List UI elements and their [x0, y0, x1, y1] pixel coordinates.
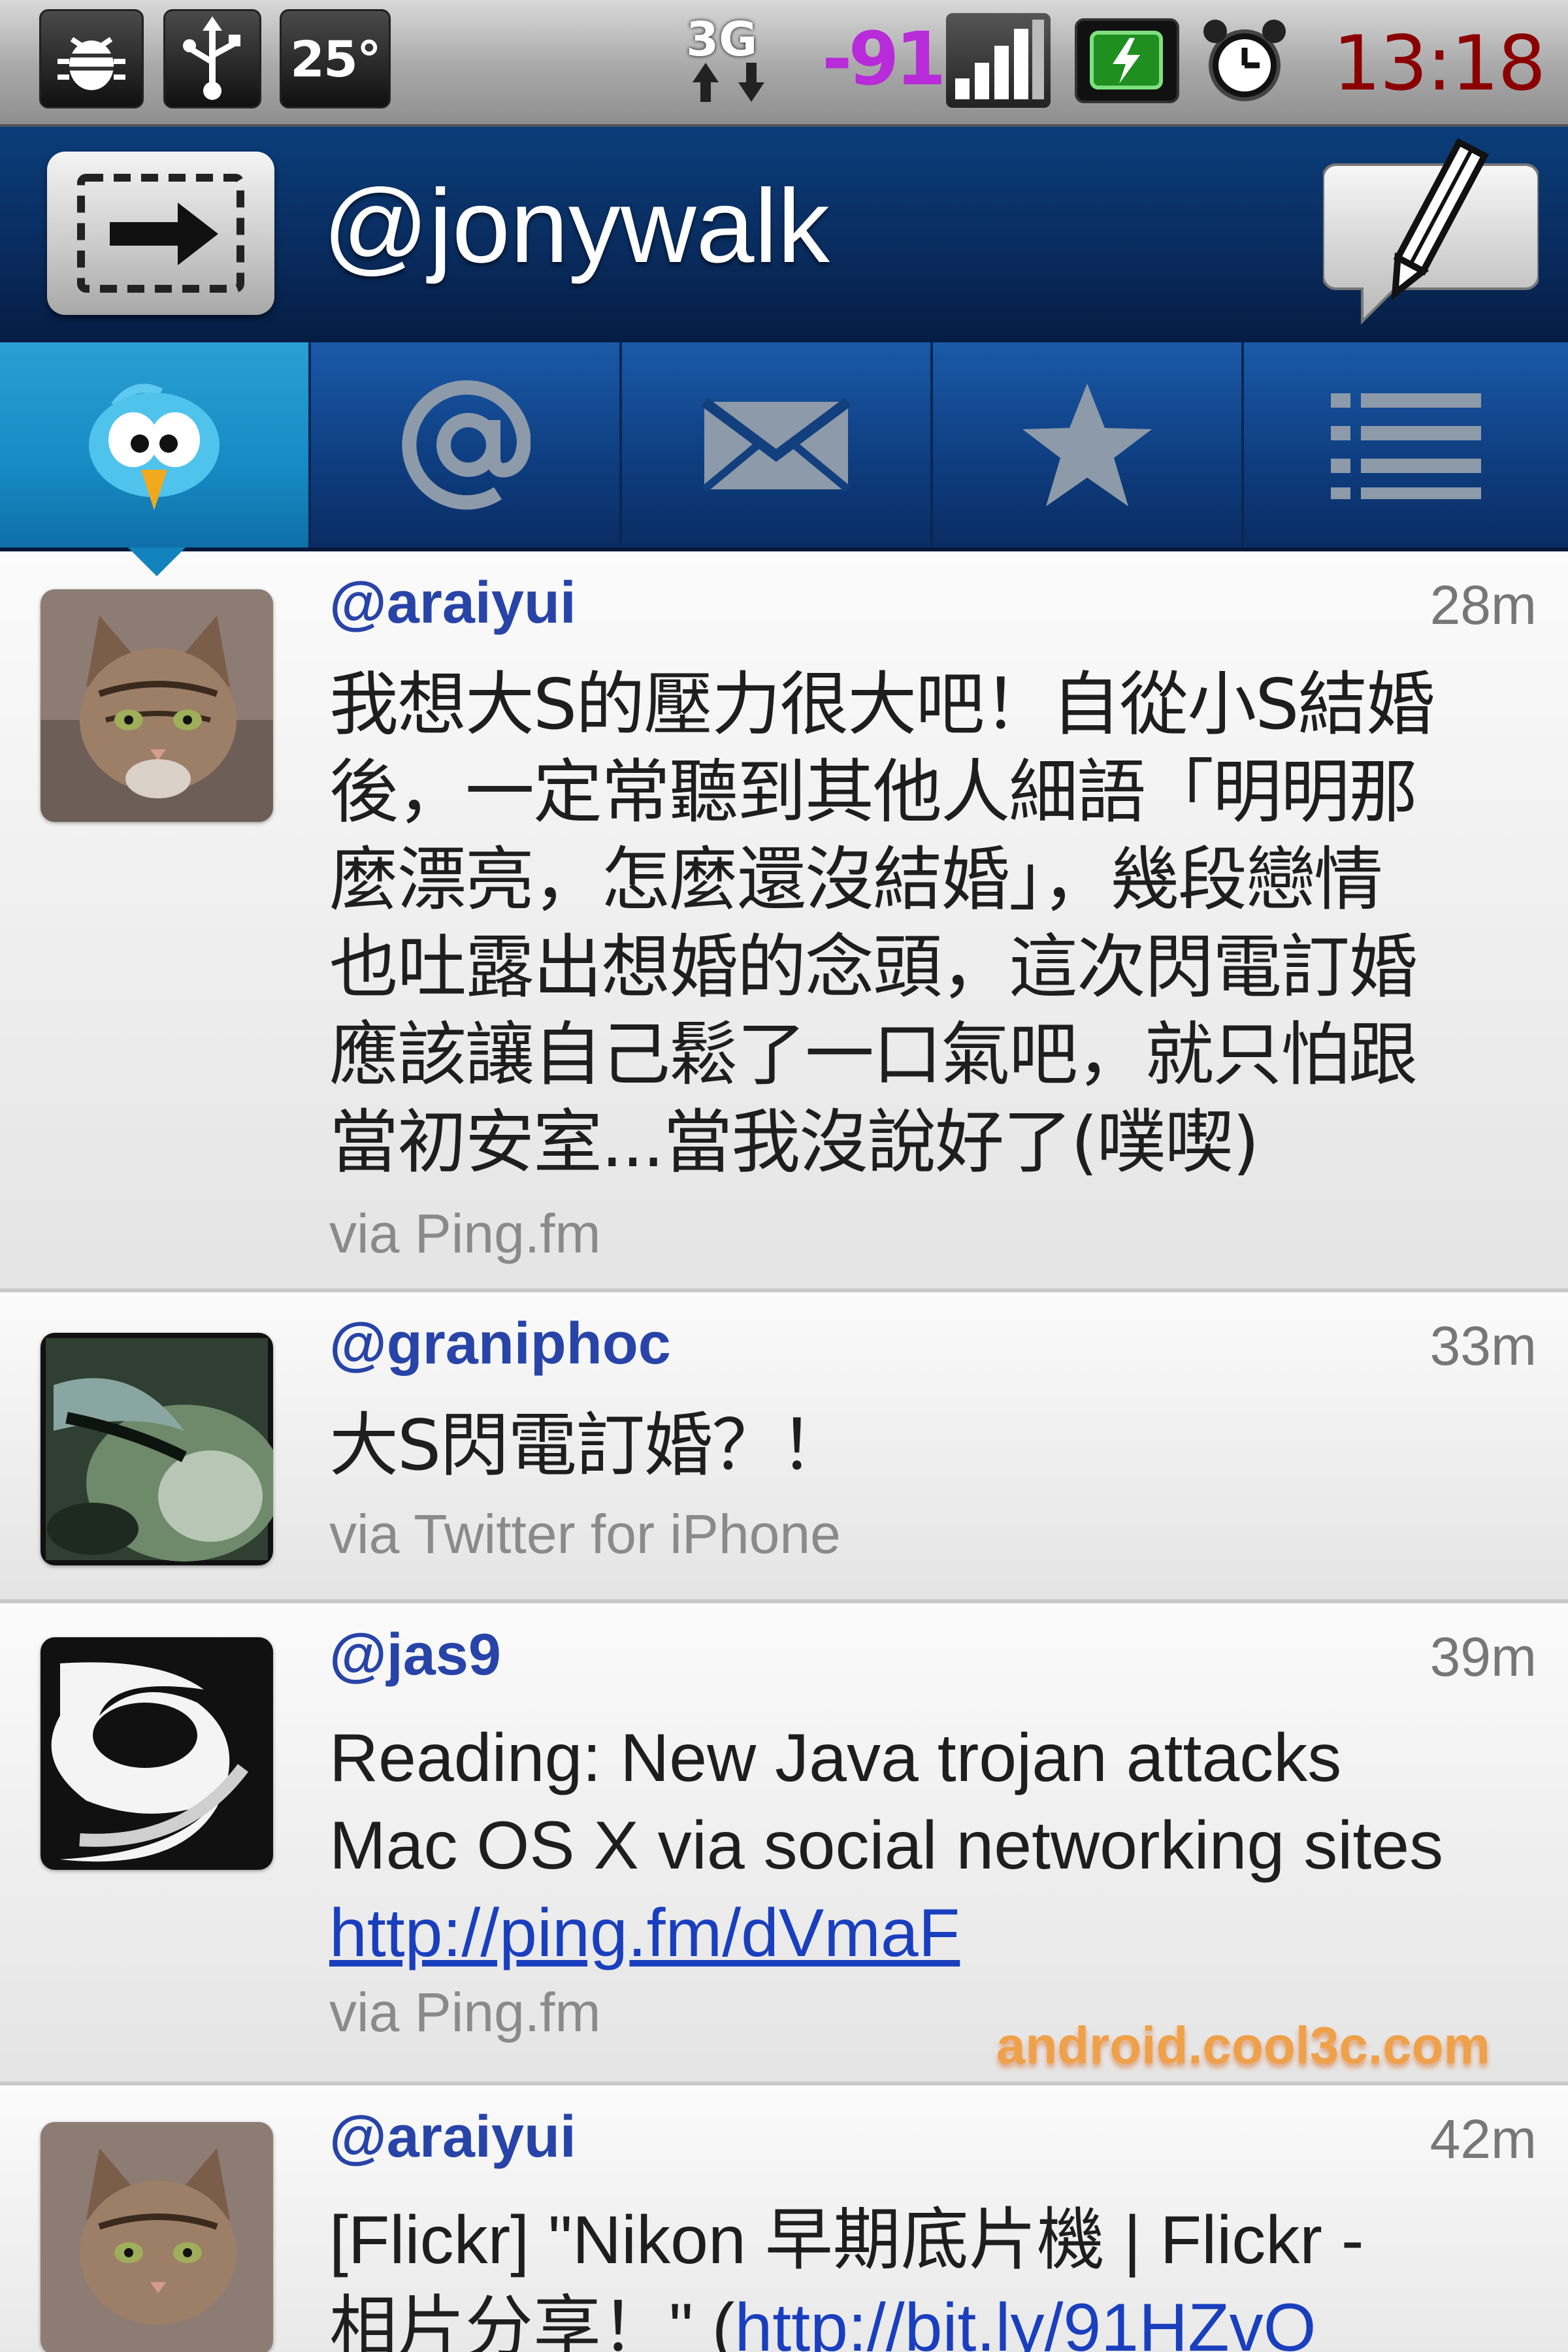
cat-avatar[interactable]: [41, 589, 273, 822]
cat-avatar[interactable]: [41, 2122, 273, 2352]
app-screen: 25° 3G -91 13:18 @jonywalk @araiyui 28m …: [0, 0, 1568, 2352]
tweet-author[interactable]: @araiyui: [329, 2104, 576, 2171]
tweet-item[interactable]: @graniphoc 33m 大S閃電訂婚？！ via Twitter for …: [0, 1292, 1568, 1603]
network-type-text: 3G: [686, 12, 758, 67]
tweet-text: 大S閃電訂婚？！: [329, 1402, 1538, 1490]
tweet-link[interactable]: http://bit.ly/91HZvO: [734, 2290, 1316, 2352]
tweet-source: via Ping.fm: [329, 1982, 601, 2043]
timeline-list[interactable]: @araiyui 28m 我想大S的壓力很大吧！自從小S結婚 後，一定常聽到其他…: [0, 551, 1568, 2352]
tweet-text-line: 麼漂亮，怎麼還沒結婚」，幾段戀情: [329, 840, 1383, 920]
tweet-link[interactable]: http://ping.fm/dVmaF: [329, 1889, 1538, 1977]
tweet-text: [Flickr] "Nikon 早期底片機 | Flickr - 相片分享！" …: [329, 2197, 1538, 2352]
tab-favorites[interactable]: [933, 342, 1244, 547]
temperature-text: 25°: [290, 29, 382, 88]
tweet-author[interactable]: @araiyui: [329, 570, 576, 637]
tweet-text-line: 也吐露出想婚的念頭，這次閃電訂婚: [329, 927, 1418, 1007]
tweet-author[interactable]: @jas9: [329, 1622, 501, 1689]
tweet-item[interactable]: @araiyui 28m 我想大S的壓力很大吧！自從小S結婚 後，一定常聽到其他…: [0, 551, 1568, 1292]
tweet-text-line: 相片分享！" (http://bit.ly/91HZvO: [329, 2284, 1538, 2352]
envelope-icon: [701, 397, 851, 493]
switch-account-button[interactable]: [47, 152, 274, 315]
tweet-author[interactable]: @graniphoc: [329, 1311, 671, 1378]
temperature-icon: 25°: [280, 9, 391, 108]
clock-time: 13:18: [1333, 20, 1546, 108]
tweet-text-line: [Flickr] "Nikon 早期底片機 | Flickr -: [329, 2202, 1364, 2278]
tweet-text-line: 當初安室...當我沒說好了(噗喫): [329, 1102, 1260, 1183]
debug-bug-icon: [39, 9, 144, 108]
tab-bar: [0, 342, 1568, 551]
watermark-text: android.cool3c.com: [996, 2016, 1490, 2074]
tweet-time: 33m: [1429, 1315, 1537, 1377]
switch-account-icon: [77, 174, 244, 293]
tweet-text-line: 大S閃電訂婚？！: [329, 1405, 849, 1486]
star-icon: [1022, 384, 1152, 506]
tweet-text-line: 我想大S的壓力很大吧！自從小S結婚: [329, 664, 1435, 745]
tweet-text: Reading: New Java trojan attacks Mac OS …: [329, 1714, 1538, 1977]
battery-charging-icon: [1075, 18, 1179, 103]
list-icon: [1331, 393, 1481, 499]
tweet-text-line: Mac OS X via social networking sites: [329, 1808, 1444, 1884]
signal-bars-icon: [946, 13, 1051, 108]
nine-logo-avatar[interactable]: [41, 1637, 273, 1870]
compose-tweet-button[interactable]: [1322, 132, 1540, 341]
tweet-time: 28m: [1429, 574, 1537, 636]
tweet-text-line: 後，一定常聽到其他人細語「明明那: [329, 752, 1418, 832]
tweet-source: via Twitter for iPhone: [329, 1503, 841, 1565]
tab-messages[interactable]: [622, 342, 933, 547]
tweet-text-line: Reading: New Java trojan attacks: [329, 1720, 1342, 1796]
usb-icon: [163, 9, 261, 108]
tweet-time: 42m: [1429, 2108, 1537, 2170]
active-tab-pointer: [128, 547, 186, 576]
tweet-time: 39m: [1429, 1626, 1537, 1688]
tweet-text: 我想大S的壓力很大吧！自從小S結婚 後，一定常聽到其他人細語「明明那 麼漂亮，怎…: [329, 661, 1538, 1186]
tweet-text-line: 應該讓自己鬆了一口氣吧，就只怕跟: [329, 1015, 1418, 1095]
tweet-item[interactable]: @jas9 39m Reading: New Java trojan attac…: [0, 1603, 1568, 2085]
tab-mentions[interactable]: [311, 342, 622, 547]
tab-timeline[interactable]: [0, 342, 311, 547]
title-bar: @jonywalk: [0, 127, 1568, 342]
dark-photo-avatar[interactable]: [41, 1333, 273, 1565]
compose-tweet-icon: [1322, 138, 1540, 325]
signal-strength-text: -91: [822, 17, 946, 102]
status-bar: 25° 3G -91 13:18: [0, 0, 1568, 127]
3g-data-icon: 3G: [686, 12, 784, 110]
tweet-item[interactable]: @araiyui 42m [Flickr] "Nikon 早期底片機 | Fli…: [0, 2085, 1568, 2352]
tweet-text-fragment: 相片分享！" (: [329, 2290, 735, 2352]
at-sign-icon: [402, 380, 531, 510]
tweet-source: via Ping.fm: [329, 1203, 601, 1264]
alarm-clock-icon: [1196, 12, 1294, 110]
page-title: @jonywalk: [323, 167, 830, 284]
bird-icon: [89, 384, 220, 510]
tab-lists[interactable]: [1244, 342, 1568, 547]
